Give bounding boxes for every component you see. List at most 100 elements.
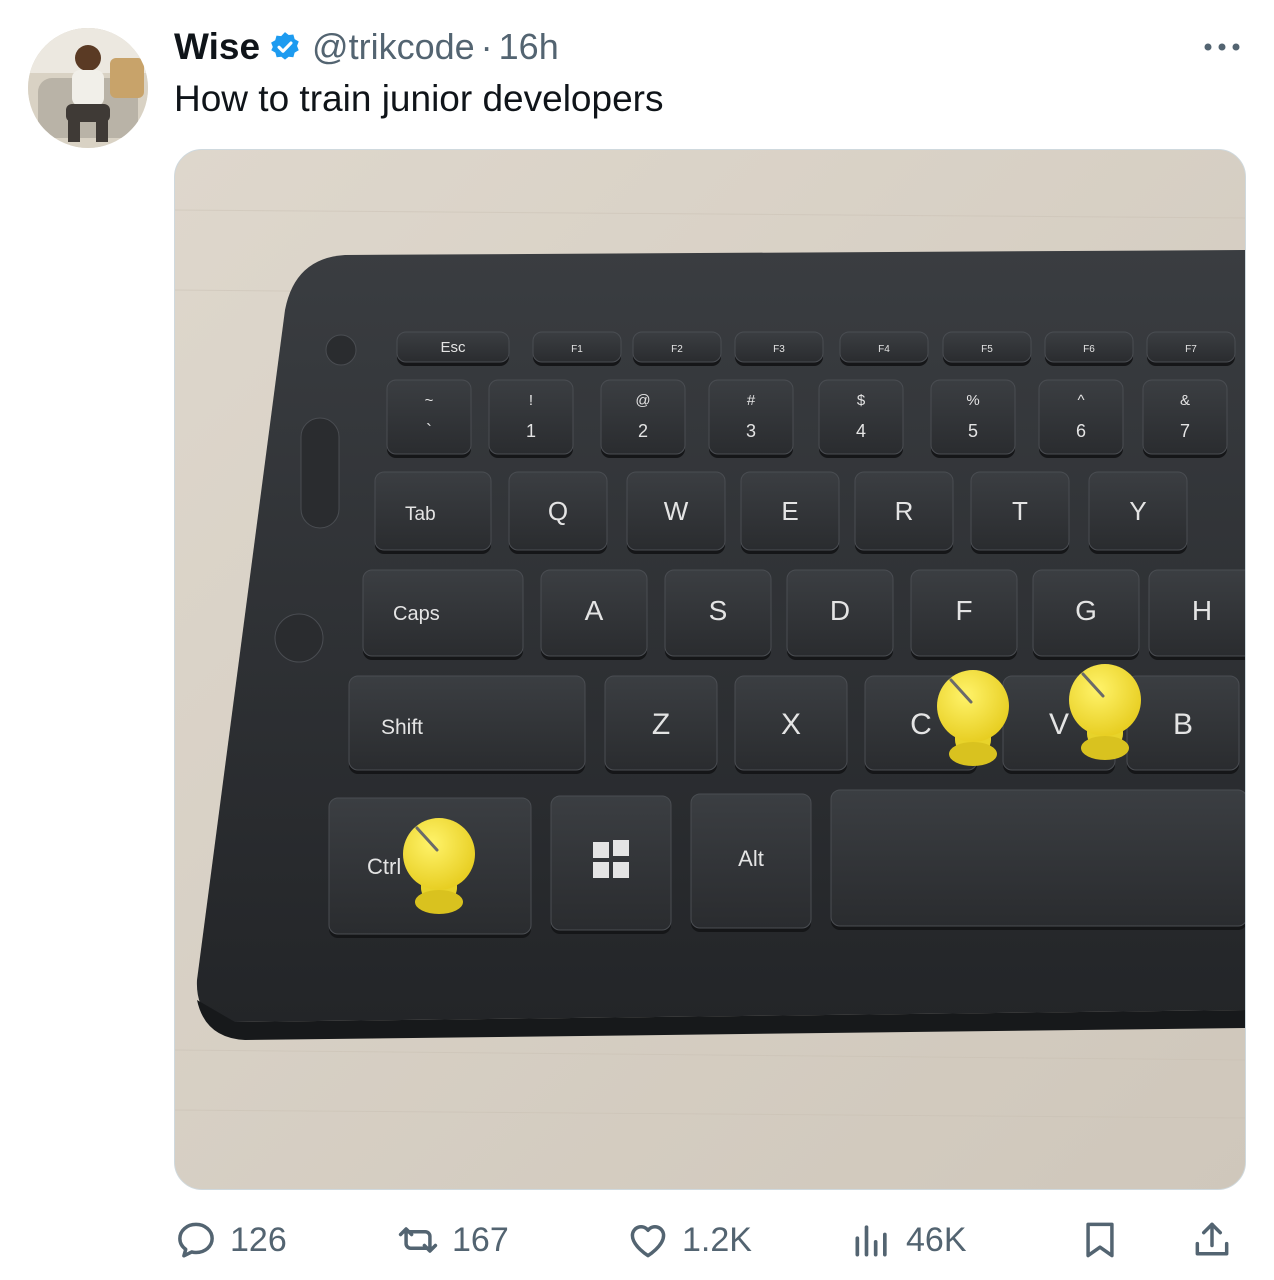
key-alt: Alt xyxy=(690,793,812,932)
home-key-label: Caps xyxy=(393,603,440,625)
key-num-2: @2 xyxy=(600,379,686,458)
key-bottom-5: B xyxy=(1126,675,1240,774)
author-handle[interactable]: @trikcode xyxy=(312,26,475,68)
home-key-label: F xyxy=(955,595,972,626)
key-home-4: F xyxy=(910,569,1018,660)
key-num-4: $4 xyxy=(818,379,904,458)
keyboard-photo: Esc F1 F2 F3 F4 F5 F6 F7~`!1@2#3$4%5^6&7Tab Q W E R… xyxy=(175,150,1245,1189)
key-home-0: Caps xyxy=(362,569,524,660)
fn-key-label: F2 xyxy=(671,344,683,355)
home-key-label: D xyxy=(830,595,850,626)
key-fn-3: F3 xyxy=(734,331,824,366)
key-num-0: ~` xyxy=(386,379,472,458)
num-key-bottom: 5 xyxy=(968,421,978,441)
volume-rocker xyxy=(300,417,340,529)
num-key-top: % xyxy=(966,392,979,409)
views-count: 46K xyxy=(906,1220,967,1259)
key-num-3: #3 xyxy=(708,379,794,458)
bookmark-button[interactable] xyxy=(1078,1212,1122,1268)
views-icon xyxy=(855,1225,887,1257)
key-top-5: T xyxy=(970,471,1070,554)
key-num-6: ^6 xyxy=(1038,379,1124,458)
top-key-label: Y xyxy=(1129,496,1146,526)
more-options-icon[interactable] xyxy=(1200,32,1244,62)
top-key-label: E xyxy=(781,496,798,526)
key-num-5: %5 xyxy=(930,379,1016,458)
fn-key-label: F7 xyxy=(1185,344,1197,355)
key-home-6: H xyxy=(1148,569,1245,660)
home-key-label: A xyxy=(585,595,604,626)
num-key-top: $ xyxy=(857,392,866,409)
num-key-bottom: 6 xyxy=(1076,421,1086,441)
bottom-key-label: Z xyxy=(652,708,670,741)
share-button[interactable] xyxy=(1190,1212,1234,1268)
key-top-2: W xyxy=(626,471,726,554)
key-home-5: G xyxy=(1032,569,1140,660)
views-button[interactable]: 46K xyxy=(850,1212,967,1268)
key-space xyxy=(830,789,1245,930)
top-key-label: Tab xyxy=(405,504,436,525)
key-bottom-0: Shift xyxy=(348,675,586,774)
reply-icon xyxy=(178,1222,214,1258)
bottom-key-label: C xyxy=(910,708,932,741)
num-key-bottom: 7 xyxy=(1180,421,1190,441)
repost-button[interactable]: 167 xyxy=(396,1212,509,1268)
fn-key-label: F5 xyxy=(981,344,993,355)
key-fn-2: F2 xyxy=(632,331,722,366)
repost-count: 167 xyxy=(452,1220,509,1259)
repost-icon xyxy=(398,1227,438,1253)
key-fn-6: F6 xyxy=(1044,331,1134,366)
key-windows xyxy=(550,795,672,934)
key-fn-1: F1 xyxy=(532,331,622,366)
key-home-3: D xyxy=(786,569,894,660)
num-key-top: ^ xyxy=(1077,392,1084,409)
home-key-label: G xyxy=(1075,595,1097,626)
num-key-top: @ xyxy=(635,392,650,409)
ctrl-key-label: Ctrl xyxy=(367,854,401,879)
key-top-6: Y xyxy=(1088,471,1188,554)
like-icon xyxy=(630,1225,666,1258)
num-key-top: # xyxy=(747,392,756,409)
key-home-1: A xyxy=(540,569,648,660)
post-timestamp[interactable]: 16h xyxy=(499,26,559,68)
like-button[interactable]: 1.2K xyxy=(626,1212,752,1268)
key-top-0: Tab xyxy=(374,471,492,554)
fn-key-label: F6 xyxy=(1083,344,1095,355)
num-key-bottom: 3 xyxy=(746,421,756,441)
fn-key-label: F1 xyxy=(571,344,583,355)
num-key-bottom: 1 xyxy=(526,421,536,441)
author-name[interactable]: Wise xyxy=(174,26,260,68)
avatar[interactable] xyxy=(28,28,148,148)
avatar-image xyxy=(28,28,148,148)
bookmark-icon xyxy=(1086,1222,1114,1258)
reply-button[interactable]: 126 xyxy=(174,1212,287,1268)
share-icon xyxy=(1195,1222,1229,1256)
num-key-top: & xyxy=(1180,392,1190,409)
key-home-2: S xyxy=(664,569,772,660)
bottom-key-label: V xyxy=(1049,708,1069,741)
bottom-key-label: Shift xyxy=(381,716,423,739)
key-top-3: E xyxy=(740,471,840,554)
top-key-label: Q xyxy=(548,496,568,526)
key-num-7: &7 xyxy=(1142,379,1228,458)
top-key-label: R xyxy=(895,496,914,526)
key-fn-5: F5 xyxy=(942,331,1032,366)
mute-button-icon xyxy=(274,613,324,663)
separator-dot: · xyxy=(480,26,493,67)
fn-key-label: F3 xyxy=(773,344,785,355)
verified-badge-icon xyxy=(271,32,299,60)
num-key-top: ! xyxy=(529,392,533,409)
home-key-label: S xyxy=(709,595,728,626)
post-image[interactable]: Esc F1 F2 F3 F4 F5 F6 F7 ~ `! 1 @2 #3 $4% 5 ^ 6 & 7 Tab Q W E R… xyxy=(174,149,1246,1190)
key-bottom-2: X xyxy=(734,675,848,774)
num-key-top: ~ xyxy=(425,392,434,409)
home-key-label: H xyxy=(1192,595,1212,626)
key-bottom-1: Z xyxy=(604,675,718,774)
num-key-bottom: 4 xyxy=(856,421,866,441)
key-num-1: !1 xyxy=(488,379,574,458)
alt-key-label: Alt xyxy=(738,846,764,871)
num-key-bottom: 2 xyxy=(638,421,648,441)
mouse-button-icon xyxy=(325,334,357,366)
post-header: Wise @trikcode · 16h xyxy=(174,24,1244,70)
action-bar: 126 167 1.2K 46K xyxy=(174,1212,1246,1268)
